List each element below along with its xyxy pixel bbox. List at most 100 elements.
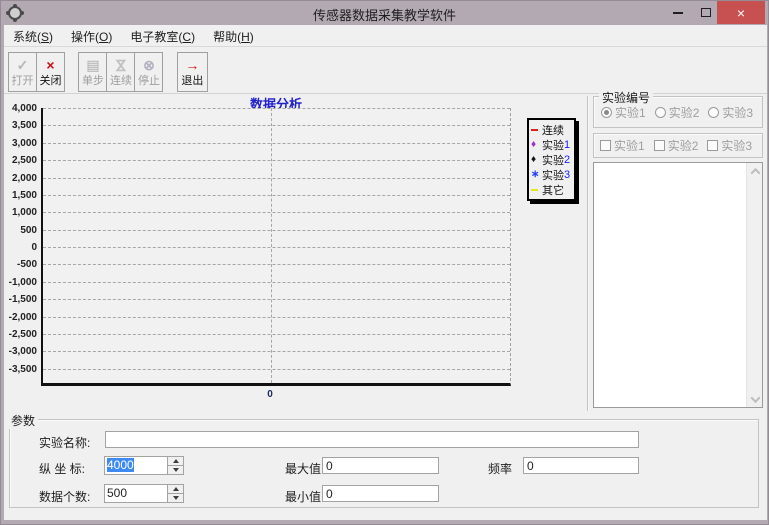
gridline [43, 143, 510, 144]
data-listbox[interactable] [593, 162, 763, 408]
experiment-radio[interactable]: 实验3 [708, 104, 753, 121]
data-count-stepper[interactable]: 500 [104, 484, 184, 503]
exit-arrow-icon: → [185, 57, 199, 74]
minimize-icon [673, 12, 683, 14]
x-zero-gridline [271, 108, 272, 383]
spin-down-icon[interactable] [168, 466, 183, 474]
minimize-button[interactable] [663, 1, 692, 24]
gridline [43, 108, 510, 109]
spin-down-icon[interactable] [168, 494, 183, 502]
paste-icon: ▤ [86, 57, 99, 74]
menu-item-eclassroom[interactable]: 电子教室(C) [121, 26, 204, 47]
window-title: 传感器数据采集教学软件 [1, 5, 768, 24]
y-tick-label: 1,500 [1, 190, 37, 201]
y-tick-label: 0 [1, 242, 37, 253]
gridline [43, 264, 510, 265]
menu-item-help[interactable]: 帮助(H) [204, 26, 263, 47]
hourglass-icon: ⋈ [112, 58, 129, 72]
gridline [43, 334, 510, 335]
chart-legend: 连续♦实验1♦实验2∗实验3其它 [527, 118, 576, 201]
experiment-checkbox[interactable]: 实验1 [600, 137, 654, 154]
menu-bar: 系统(S) 操作(O) 电子教室(C) 帮助(H) [4, 26, 767, 47]
open-button[interactable]: ✓ 打开 [8, 52, 37, 92]
x-tick-label: 0 [250, 389, 290, 400]
radio-icon [708, 107, 719, 118]
experiment-checkbox[interactable]: 实验3 [707, 137, 752, 154]
checkbox-icon [600, 140, 611, 151]
min-value-label: 最小值 [285, 488, 321, 505]
spin-up-icon[interactable] [168, 457, 183, 466]
close-port-button[interactable]: × 关闭 [36, 52, 65, 92]
radio-icon [655, 107, 666, 118]
legend-label: 其它 [542, 182, 564, 198]
legend-item: ∗实验3 [531, 167, 574, 182]
y-scale-stepper[interactable]: 4000 [104, 456, 184, 475]
y-tick-label: 2,000 [1, 173, 37, 184]
scroll-down-icon[interactable] [747, 391, 763, 407]
legend-item: ♦实验1 [531, 137, 574, 152]
y-tick-label: -2,000 [1, 312, 37, 323]
asterisk-marker-icon: ∗ [531, 169, 542, 180]
listbox-scrollbar[interactable] [746, 163, 762, 407]
experiment-name-input[interactable] [105, 431, 639, 448]
experiment-checkbox[interactable]: 实验2 [654, 137, 708, 154]
gridline [43, 369, 510, 370]
close-icon: × [737, 5, 745, 21]
experiment-radio[interactable]: 实验2 [655, 104, 709, 121]
y-tick-label: -3,500 [1, 364, 37, 375]
legend-item: ♦实验2 [531, 152, 574, 167]
gridline [43, 282, 510, 283]
title-bar[interactable]: 传感器数据采集教学软件 × [1, 1, 768, 25]
dash-marker-icon [531, 189, 542, 191]
experiment-radio[interactable]: 实验1 [601, 104, 655, 121]
gridline [43, 351, 510, 352]
close-button[interactable]: × [717, 1, 765, 24]
y-scale-value: 4000 [107, 458, 134, 472]
continuous-button[interactable]: ⋈ 连续 [106, 52, 135, 92]
gridline [43, 247, 510, 248]
exit-button[interactable]: → 退出 [177, 52, 208, 92]
experiment-name-label: 实验名称: [39, 434, 90, 451]
gridline [43, 195, 510, 196]
dash-marker-icon [531, 129, 542, 131]
group-title: 实验编号 [599, 89, 653, 106]
check-icon: ✓ [17, 57, 29, 74]
frequency-input[interactable] [523, 457, 639, 474]
y-tick-label: -500 [1, 259, 37, 270]
y-scale-label: 纵 坐 标: [39, 460, 85, 477]
app-window: 传感器数据采集教学软件 × 系统(S) 操作(O) 电子教室(C) 帮助(H) … [0, 0, 769, 525]
gridline [43, 178, 510, 179]
toolbar: ✓ 打开 × 关闭 ▤ 单步 ⋈ 连续 ⊗ 停止 → [4, 47, 767, 94]
min-value-input[interactable] [322, 485, 439, 502]
group-title: 参数 [8, 412, 38, 429]
scroll-up-icon[interactable] [747, 163, 763, 179]
y-tick-label: 500 [1, 225, 37, 236]
data-count-label: 数据个数: [39, 488, 90, 505]
radio-icon [601, 107, 612, 118]
data-count-value: 500 [107, 486, 127, 500]
panel-separator [587, 96, 589, 411]
spin-up-icon[interactable] [168, 485, 183, 494]
maximize-button[interactable] [692, 1, 720, 24]
menu-item-operation[interactable]: 操作(O) [62, 26, 121, 47]
menu-item-system[interactable]: 系统(S) [4, 26, 62, 47]
gridline [43, 212, 510, 213]
close-x-icon: × [46, 57, 54, 74]
legend-label: 实验 [542, 167, 564, 183]
experiment-checkbox-frame: 实验1 实验2 实验3 [593, 133, 763, 158]
legend-label: 实验 [542, 137, 564, 153]
maximize-icon [701, 8, 711, 17]
y-tick-label: -1,000 [1, 277, 37, 288]
stop-circle-icon: ⊗ [143, 57, 155, 74]
max-value-label: 最大值 [285, 460, 321, 477]
y-tick-label: 3,000 [1, 138, 37, 149]
y-tick-label: 1,000 [1, 207, 37, 218]
max-value-input[interactable] [322, 457, 439, 474]
stop-button[interactable]: ⊗ 停止 [134, 52, 163, 92]
experiment-number-group: 实验编号 实验1 实验2 实验3 [593, 96, 763, 128]
gridline [43, 299, 510, 300]
legend-label: 连续 [542, 122, 564, 138]
legend-label: 实验 [542, 152, 564, 168]
legend-item: 连续 [531, 122, 574, 137]
single-step-button[interactable]: ▤ 单步 [78, 52, 107, 92]
